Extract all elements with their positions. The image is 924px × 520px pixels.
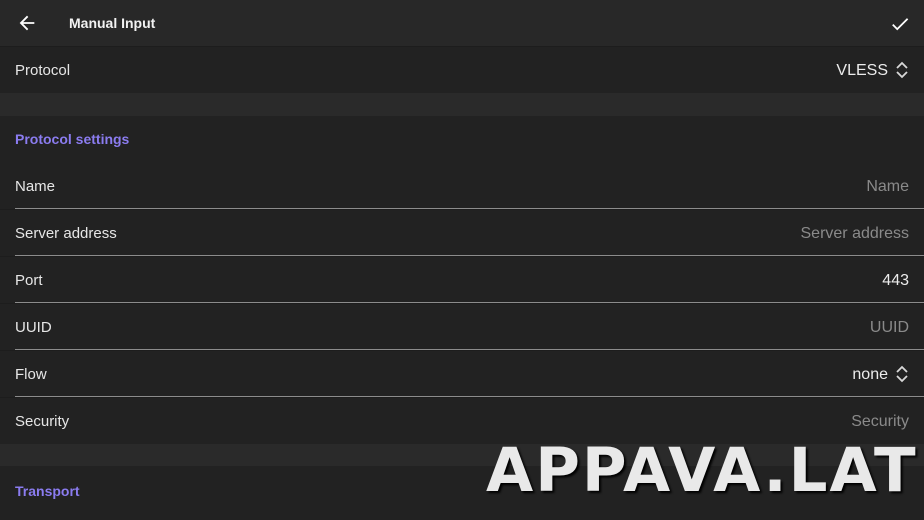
protocol-settings-header: Protocol settings [0, 116, 924, 163]
port-field-row[interactable]: Port 443 [0, 257, 924, 303]
port-label: Port [15, 272, 43, 289]
chevron-up-down-icon [896, 365, 908, 383]
divider [15, 396, 924, 397]
security-input[interactable]: Security [851, 413, 909, 431]
name-input[interactable]: Name [866, 178, 909, 196]
server-address-input[interactable]: Server address [801, 225, 910, 243]
section-gap [0, 93, 924, 116]
flow-selector-row[interactable]: Flow none [0, 351, 924, 397]
protocol-value: VLESS [836, 62, 888, 79]
flow-label: Flow [15, 366, 47, 383]
port-input[interactable]: 443 [882, 272, 909, 290]
page-title: Manual Input [69, 15, 156, 31]
chevron-up-down-icon [896, 61, 908, 79]
name-label: Name [15, 178, 56, 195]
server-address-label: Server address [15, 225, 117, 242]
flow-value: none [852, 366, 888, 383]
protocol-label: Protocol [15, 62, 71, 79]
back-arrow-icon[interactable] [16, 12, 38, 34]
name-field-row[interactable]: Name Name [0, 163, 924, 209]
security-label: Security [15, 413, 70, 430]
divider [15, 302, 924, 303]
protocol-selector-row[interactable]: Protocol VLESS [0, 47, 924, 93]
uuid-field-row[interactable]: UUID UUID [0, 304, 924, 350]
section-title-protocol-settings: Protocol settings [15, 131, 130, 147]
server-address-field-row[interactable]: Server address Server address [0, 210, 924, 256]
top-app-bar: Manual Input [0, 0, 924, 46]
uuid-label: UUID [15, 319, 52, 336]
divider [15, 208, 924, 209]
divider [15, 349, 924, 350]
checkmark-icon[interactable] [889, 13, 911, 35]
watermark: APPAVA.LAT [486, 435, 918, 506]
divider [15, 255, 924, 256]
uuid-input[interactable]: UUID [870, 319, 909, 337]
section-title-transport: Transport [15, 483, 80, 499]
